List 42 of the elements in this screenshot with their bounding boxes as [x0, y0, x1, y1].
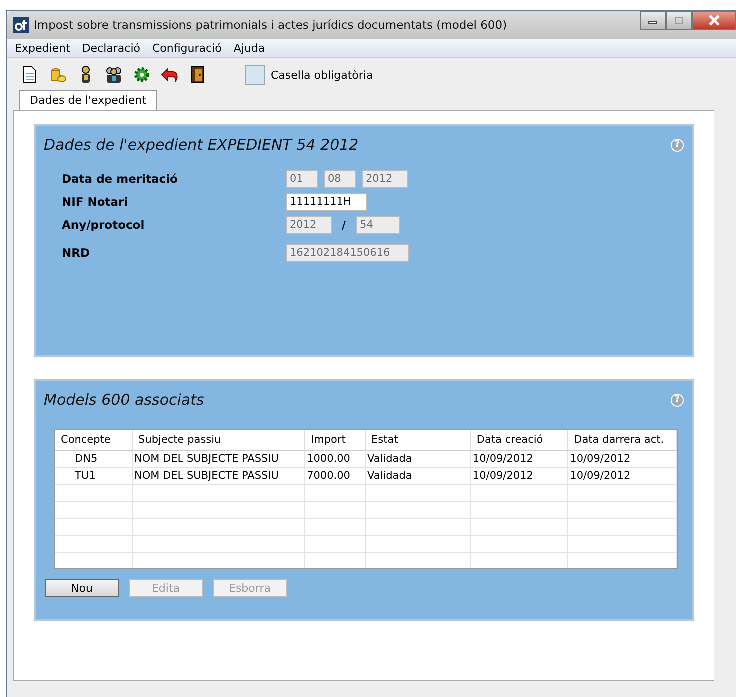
- menu-item[interactable]: Declaració: [82, 42, 140, 54]
- app-logo-icon: [13, 17, 29, 33]
- panel-title: Dades de l'expedient EXPEDIENT 54 2012: [44, 136, 359, 154]
- minimize-button[interactable]: [640, 11, 666, 30]
- column-header[interactable]: Concepte: [55, 430, 132, 450]
- table-cell: TU1: [55, 468, 132, 484]
- table-cell: Validada: [365, 450, 470, 468]
- table-cell: NOM DEL SUBJECTE PASSIU: [132, 468, 305, 484]
- column-header[interactable]: Import: [304, 430, 365, 450]
- table-cell: 1000.00: [304, 450, 365, 468]
- separator-label: /: [341, 218, 348, 232]
- table-cell: 10/09/2012: [568, 450, 676, 468]
- back-arrow-icon[interactable]: [159, 65, 181, 85]
- new-button[interactable]: Nou: [45, 579, 119, 597]
- field-label: NRD: [62, 246, 92, 260]
- table-cell: DN5: [55, 450, 132, 468]
- table-cell: 10/09/2012: [470, 468, 568, 484]
- column-header[interactable]: Subjecte passiu: [132, 430, 305, 450]
- column-header[interactable]: Data creació: [470, 430, 568, 450]
- field-label: Data de meritació: [62, 172, 179, 186]
- table-cell: 10/09/2012: [568, 468, 676, 484]
- close-icon: [708, 15, 720, 26]
- menu-item[interactable]: Ajuda: [234, 42, 266, 54]
- tab[interactable]: Dades de l'expedient: [19, 90, 158, 111]
- input-field[interactable]: 11111111H: [286, 193, 367, 211]
- table-cell: 10/09/2012: [470, 450, 568, 468]
- window-title: Impost sobre transmissions patrimonials i actes jurídics documentats (model 600): [34, 18, 508, 32]
- legend-label: Casella obligatòria: [271, 68, 374, 82]
- column-header[interactable]: Data darrera act.: [568, 430, 676, 450]
- close-button[interactable]: [692, 11, 736, 30]
- maximize-button[interactable]: [666, 11, 692, 30]
- table-cell: Validada: [365, 468, 470, 484]
- field-label: NIF Notari: [62, 195, 130, 209]
- required-field-swatch: [245, 65, 265, 85]
- maximize-icon: [674, 16, 684, 26]
- column-header[interactable]: Estat: [365, 430, 470, 450]
- menu-item[interactable]: Expedient: [15, 42, 70, 54]
- table-cell: 7000.00: [304, 468, 365, 484]
- table-cell: NOM DEL SUBJECTE PASSIU: [132, 450, 305, 468]
- field-label: Any/protocol: [62, 218, 146, 232]
- panel-title: Models 600 associats: [44, 391, 204, 409]
- menu-item[interactable]: Configuració: [152, 42, 222, 54]
